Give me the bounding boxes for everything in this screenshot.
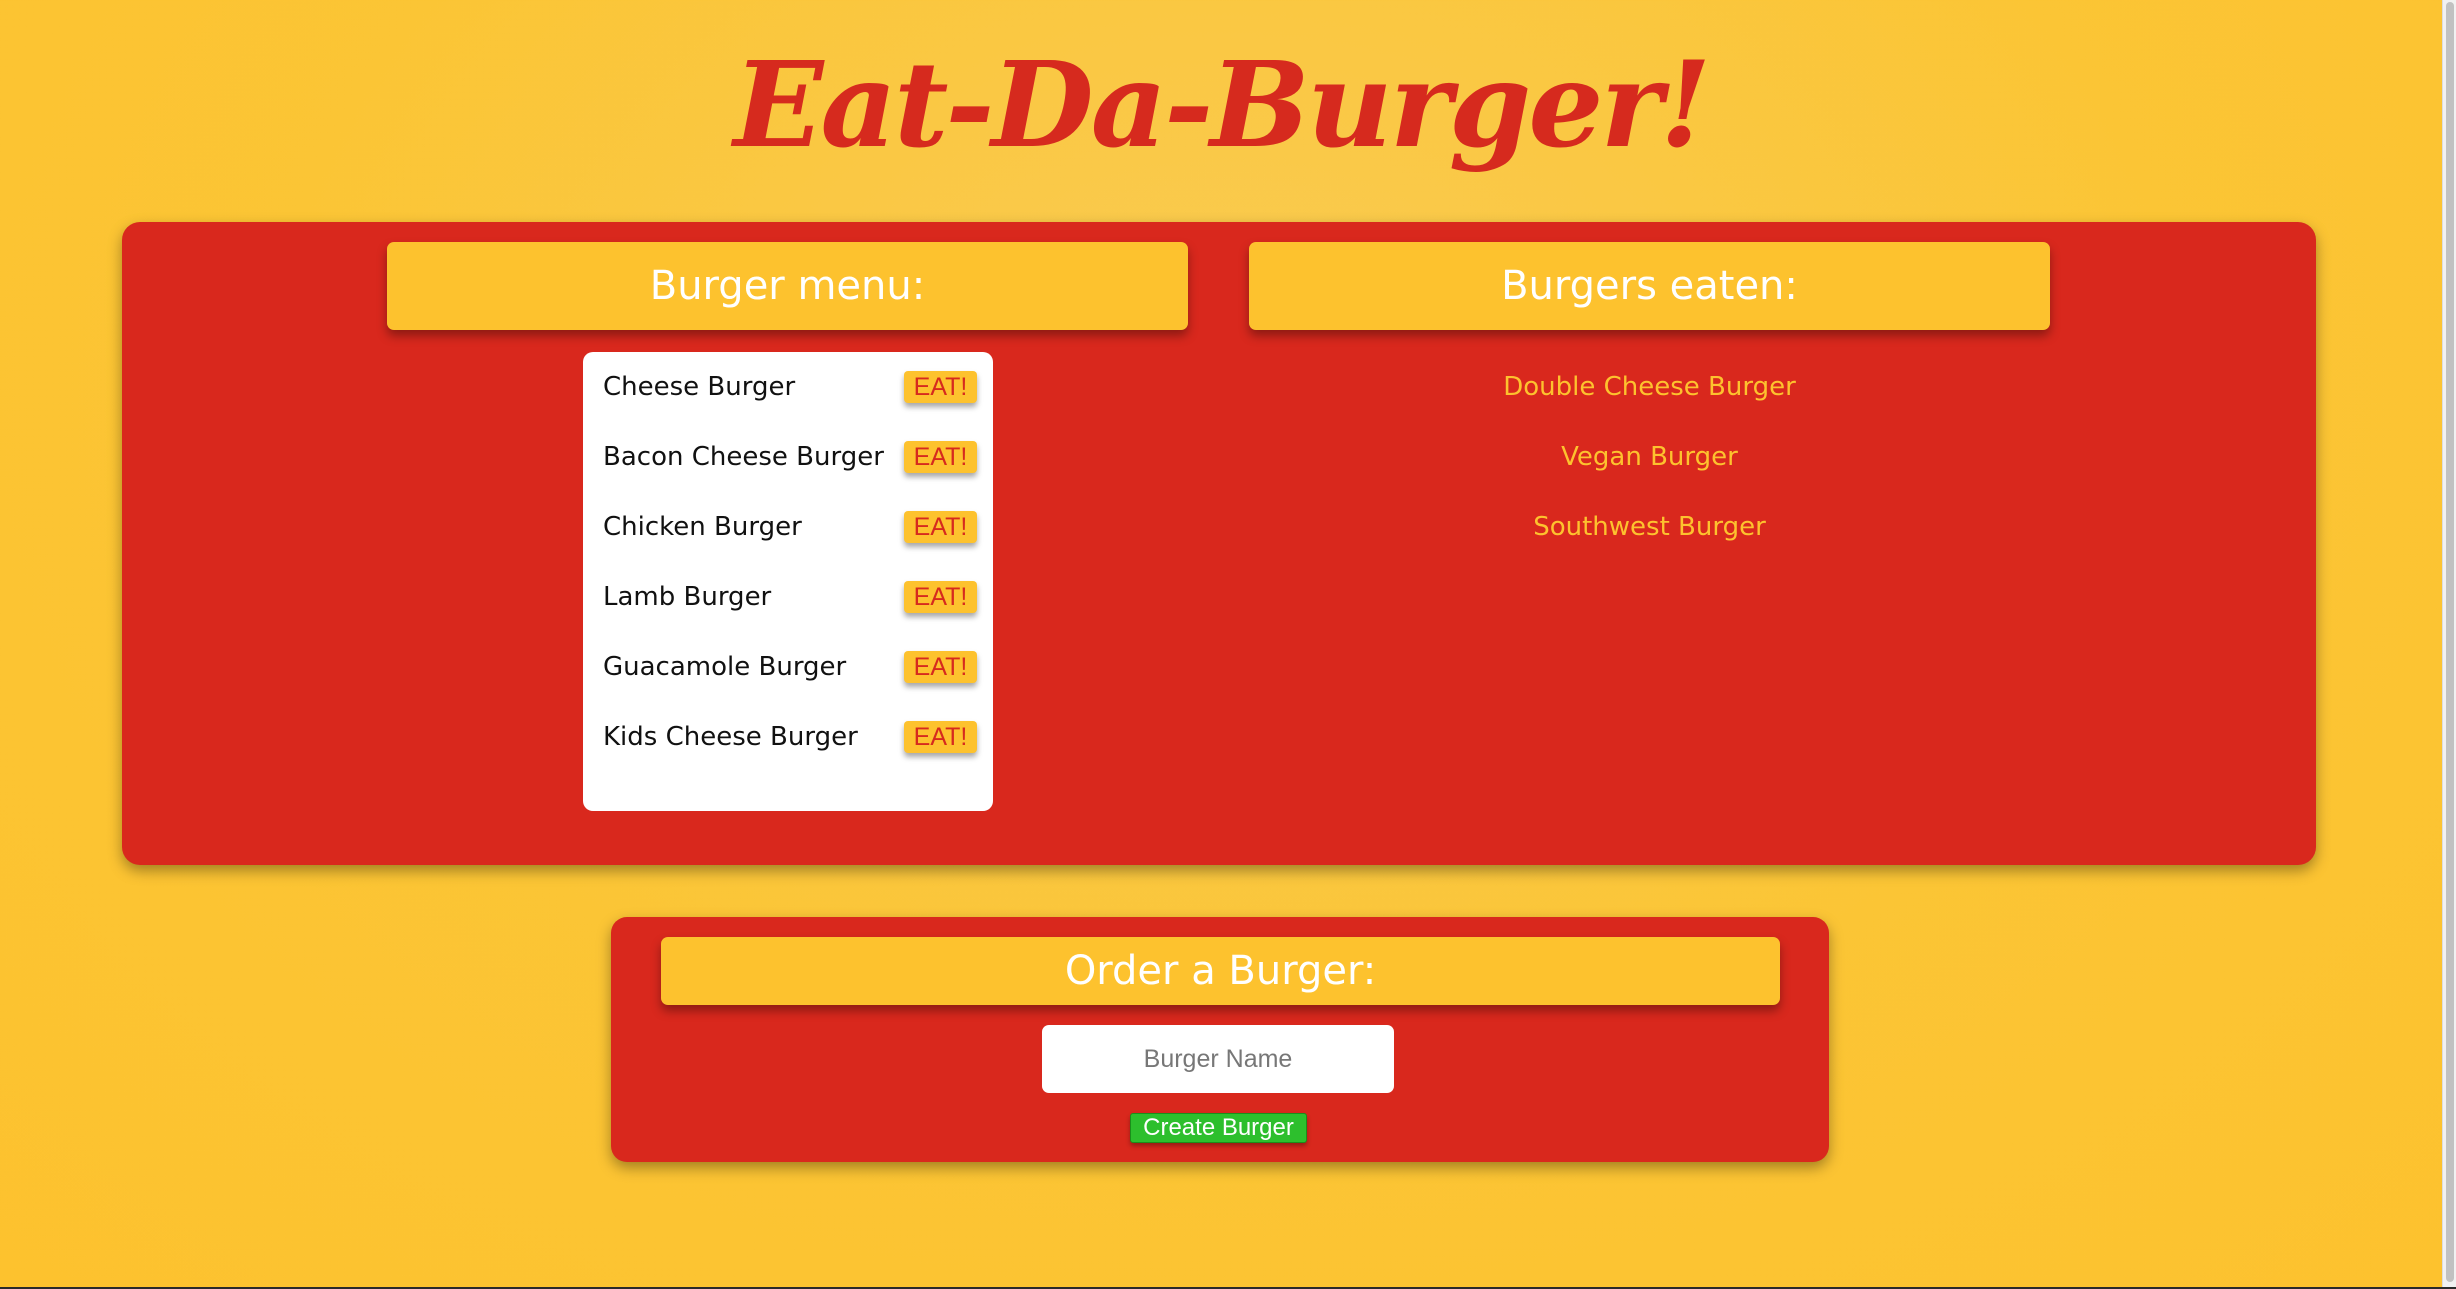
eaten-item: Southwest Burger [1533, 512, 1766, 542]
order-burger-header: Order a Burger: [661, 937, 1780, 1005]
menu-item: Chicken Burger EAT! [583, 492, 993, 562]
menu-item: Kids Cheese Burger EAT! [583, 702, 993, 772]
page: Eat-Da-Burger! Burger menu: Burgers eate… [0, 0, 2442, 1287]
eat-button[interactable]: EAT! [904, 651, 977, 683]
vertical-scrollbar[interactable] [2442, 0, 2456, 1287]
menu-item-name: Kids Cheese Burger [603, 722, 858, 752]
eaten-item: Vegan Burger [1561, 442, 1738, 472]
menu-item-name: Chicken Burger [603, 512, 802, 542]
burger-menu-list: Cheese Burger EAT! Bacon Cheese Burger E… [583, 352, 993, 811]
eat-button[interactable]: EAT! [904, 721, 977, 753]
burger-name-input[interactable] [1042, 1025, 1394, 1093]
burger-menu-header: Burger menu: [387, 242, 1188, 330]
menu-item-name: Lamb Burger [603, 582, 772, 612]
eat-button[interactable]: EAT! [904, 371, 977, 403]
menu-item: Guacamole Burger EAT! [583, 632, 993, 702]
burgers-panel: Burger menu: Burgers eaten: Cheese Burge… [122, 222, 2316, 865]
scrollbar-thumb[interactable] [2446, 2, 2454, 1282]
menu-item-name: Cheese Burger [603, 372, 796, 402]
menu-item-name: Bacon Cheese Burger [603, 442, 884, 472]
burgers-eaten-header: Burgers eaten: [1249, 242, 2050, 330]
menu-item: Lamb Burger EAT! [583, 562, 993, 632]
eat-button[interactable]: EAT! [904, 441, 977, 473]
eaten-item: Double Cheese Burger [1503, 372, 1796, 402]
page-title: Eat-Da-Burger! [733, 35, 1712, 174]
order-burger-form: Order a Burger: Create Burger [611, 917, 1829, 1162]
menu-item: Bacon Cheese Burger EAT! [583, 422, 993, 492]
menu-item: Cheese Burger EAT! [583, 352, 993, 422]
eat-button[interactable]: EAT! [904, 511, 977, 543]
eat-button[interactable]: EAT! [904, 581, 977, 613]
create-burger-button[interactable]: Create Burger [1130, 1113, 1307, 1143]
menu-item-name: Guacamole Burger [603, 652, 847, 682]
